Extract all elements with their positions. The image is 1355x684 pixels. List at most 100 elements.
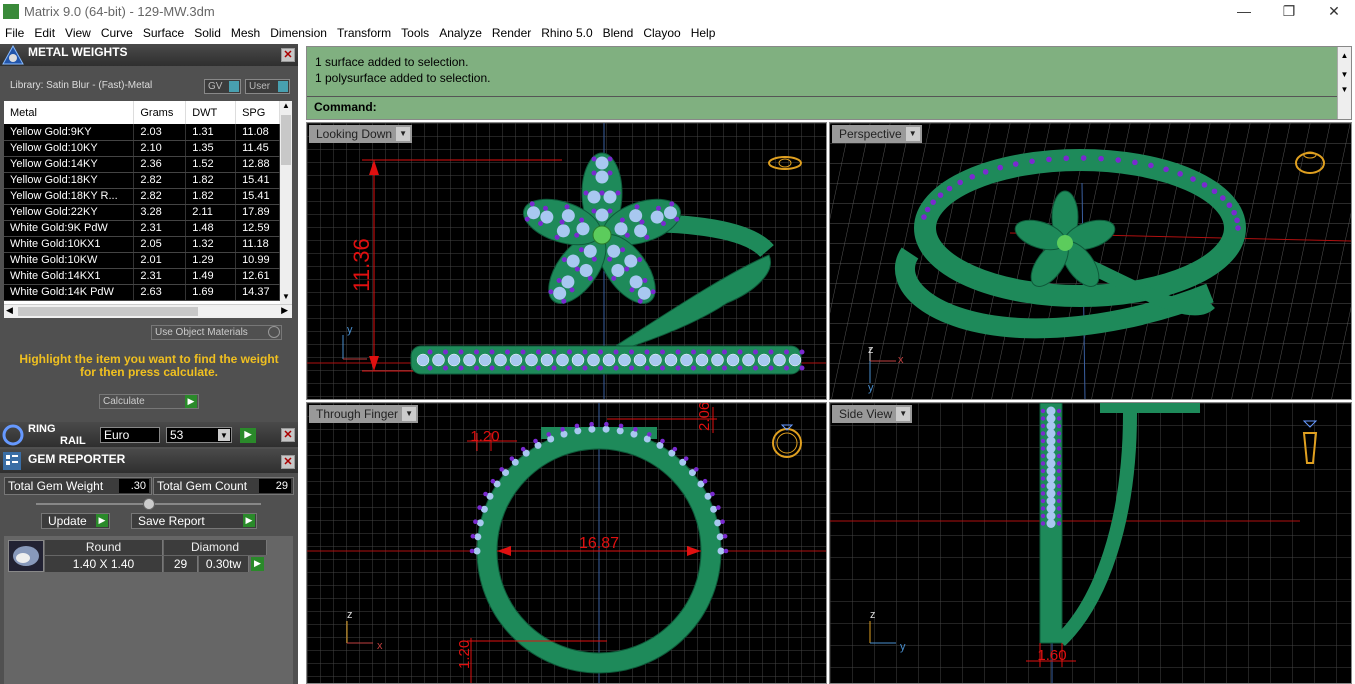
viewport-perspective[interactable]: z x y Perspective ▼ (829, 122, 1352, 400)
gv-toggle[interactable]: GV (204, 79, 241, 94)
table-cell: Yellow Gold:22KY (4, 204, 135, 221)
scroll-left-icon[interactable]: ◀ (6, 305, 13, 316)
scroll-down-icon[interactable]: ▼ (280, 292, 292, 304)
prong (644, 349, 650, 355)
metal-table-hscroll[interactable]: ◀ ▶ (4, 304, 292, 318)
scroll-right-icon[interactable]: ▶ (281, 305, 288, 316)
save-report-button[interactable]: Save Report ▶ (131, 513, 257, 529)
table-row[interactable]: Yellow Gold:22KY 3.28 2.11 17.89 (4, 204, 280, 221)
prong (615, 190, 621, 196)
metal-weights-close-icon[interactable]: ✕ (281, 48, 295, 62)
ring-rail-go-icon[interactable]: ▶ (240, 428, 256, 443)
viewport-tab-perspective[interactable]: Perspective ▼ (832, 125, 922, 143)
column-header-dwt[interactable]: DWT (185, 101, 237, 124)
column-header-spg[interactable]: SPG (235, 101, 280, 124)
table-cell: 2.82 (133, 172, 187, 189)
restore-icon[interactable]: ❐ (1266, 1, 1312, 21)
minimize-icon[interactable]: — (1221, 1, 1267, 21)
gem-thumbnail[interactable] (8, 540, 44, 572)
band-gem (571, 353, 585, 367)
table-cell: 2.01 (133, 252, 187, 269)
table-row[interactable]: Yellow Gold:18KY R... 2.82 1.82 15.41 (4, 188, 280, 205)
column-header-metal[interactable]: Metal (4, 101, 135, 124)
table-row[interactable]: Yellow Gold:18KY 2.82 1.82 15.41 (4, 172, 280, 189)
scroll-down-icon[interactable]: ▼ (1338, 70, 1351, 79)
band-gem (711, 353, 724, 367)
user-toggle[interactable]: User (245, 79, 290, 94)
viewport-tab-side-view[interactable]: Side View ▼ (832, 405, 913, 423)
command-scrollbar[interactable]: ▲ ▼ ▼ (1337, 47, 1351, 119)
prong (1132, 159, 1138, 166)
gem (480, 505, 488, 513)
menu-item-transform[interactable]: Transform (337, 23, 391, 44)
menu-item-edit[interactable]: Edit (34, 23, 55, 44)
calculate-arrow-icon[interactable]: ▶ (185, 395, 197, 408)
save-report-arrow-icon[interactable]: ▶ (243, 514, 255, 527)
viewport-tab-through-finger[interactable]: Through Finger ▼ (309, 405, 419, 423)
prong (509, 456, 515, 461)
gem-select-arrow-icon[interactable]: ▶ (251, 557, 264, 571)
metal-table-vscroll[interactable]: ▲ ▼ (280, 101, 292, 304)
ring-size-select[interactable]: 53 ▼ (166, 427, 232, 443)
diameter-dimension-text: 16.87 (579, 535, 619, 552)
menu-item-rhino-5-0[interactable]: Rhino 5.0 (541, 23, 592, 44)
gem-count: 29 (164, 556, 198, 572)
viewport-looking-down[interactable]: 11.36 y Looking Down ▼ (306, 122, 827, 400)
axis-z-label: z (868, 344, 874, 356)
gem-type-header: Diamond (164, 540, 267, 555)
use-object-materials-field[interactable]: Use Object Materials (151, 325, 282, 340)
table-row[interactable]: White Gold:9K PdW 2.31 1.48 12.59 (4, 220, 280, 237)
gem-slider-handle[interactable] (143, 498, 155, 510)
prong (505, 349, 510, 355)
menu-item-clayoo[interactable]: Clayoo (643, 23, 680, 44)
prong (1056, 513, 1062, 519)
scroll-up-icon[interactable]: ▲ (1338, 51, 1351, 60)
menu-item-solid[interactable]: Solid (194, 23, 221, 44)
prong (551, 365, 557, 371)
viewport-side-view[interactable]: 1.60 z y Side View ▼ (829, 402, 1352, 684)
update-button[interactable]: Update ▶ (41, 513, 110, 529)
menu-item-tools[interactable]: Tools (401, 23, 429, 44)
menu-item-help[interactable]: Help (691, 23, 716, 44)
menu-item-file[interactable]: File (5, 23, 24, 44)
ring-size-system-select[interactable]: Euro (100, 427, 160, 443)
menu-item-surface[interactable]: Surface (143, 23, 184, 44)
prong (768, 365, 774, 371)
table-row[interactable]: Yellow Gold:9KY 2.03 1.31 11.08 (4, 124, 280, 141)
prong (957, 179, 963, 186)
table-row[interactable]: White Gold:14KX1 2.31 1.49 12.61 (4, 268, 280, 285)
close-icon[interactable]: ✕ (1311, 1, 1355, 21)
calculate-button[interactable]: Calculate ▶ (99, 394, 199, 409)
chevron-down-icon[interactable]: ▼ (218, 429, 230, 441)
menu-item-blend[interactable]: Blend (603, 23, 634, 44)
table-row[interactable]: White Gold:10KW 2.01 1.29 10.99 (4, 252, 280, 269)
menu-item-curve[interactable]: Curve (101, 23, 133, 44)
prong (660, 349, 665, 355)
table-row[interactable]: Yellow Gold:14KY 2.36 1.52 12.88 (4, 156, 280, 173)
table-row[interactable]: White Gold:14K PdW 2.63 1.69 14.37 (4, 284, 280, 301)
menu-item-mesh[interactable]: Mesh (231, 23, 260, 44)
menu-item-dimension[interactable]: Dimension (270, 23, 327, 44)
column-header-grams[interactable]: Grams (133, 101, 187, 124)
menu-item-analyze[interactable]: Analyze (439, 23, 482, 44)
table-cell: 1.32 (185, 236, 237, 253)
prong (1201, 182, 1208, 188)
band-gem (680, 353, 693, 367)
viewport-tab-looking-down[interactable]: Looking Down ▼ (309, 125, 413, 143)
menu-item-render[interactable]: Render (492, 23, 531, 44)
gem-reporter-close-icon[interactable]: ✕ (281, 455, 295, 469)
update-arrow-icon[interactable]: ▶ (96, 514, 108, 527)
scroll-down-icon[interactable]: ▼ (1338, 85, 1351, 94)
command-line[interactable]: Command: (307, 96, 1337, 118)
prong (1040, 506, 1046, 511)
scroll-up-icon[interactable]: ▲ (280, 101, 292, 113)
ring-rail-close-icon[interactable]: ✕ (281, 428, 295, 442)
menu-item-view[interactable]: View (65, 23, 91, 44)
gem (714, 519, 722, 527)
prong (683, 456, 689, 461)
table-row[interactable]: Yellow Gold:10KY 2.10 1.35 11.45 (4, 140, 280, 157)
table-row[interactable]: White Gold:10KX1 2.05 1.32 11.18 (4, 236, 280, 253)
chevron-down-icon: ▼ (402, 407, 417, 421)
prong (644, 365, 650, 371)
viewport-through-finger[interactable]: 16.87 1.20 2.06 1.20 z x Through Finger ▼ (306, 402, 827, 684)
